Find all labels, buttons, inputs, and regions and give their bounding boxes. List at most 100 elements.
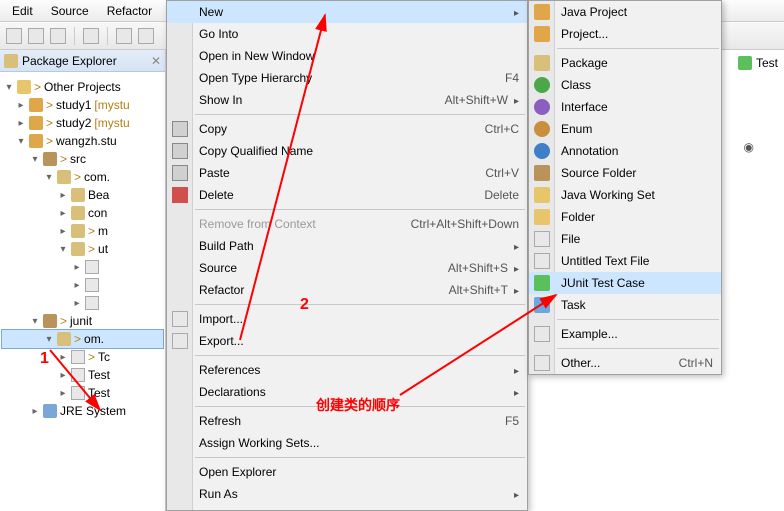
submenu-item-junit-test-case[interactable]: JUnit Test Case: [529, 272, 721, 294]
menu-refactor[interactable]: Refactor: [99, 2, 160, 20]
submenu-item-source-folder[interactable]: Source Folder: [529, 162, 721, 184]
submenu-new[interactable]: Java Project Project... Package Class Interf…: [528, 0, 722, 375]
menu-item-label: Untitled Text File: [561, 254, 713, 268]
submenu-item-project[interactable]: Project...: [529, 23, 721, 45]
package-explorer-header: Package Explorer ✕: [0, 50, 165, 72]
menu-edit[interactable]: Edit: [4, 2, 41, 20]
menu-item-open-in-new-window[interactable]: Open in New Window: [167, 45, 527, 67]
submenu-item-other[interactable]: Other...Ctrl+N: [529, 352, 721, 374]
tree-label[interactable]: study2: [56, 116, 91, 130]
project-icon: [29, 98, 43, 112]
menu-separator: [195, 406, 525, 407]
menu-item-label: Example...: [561, 327, 713, 341]
tree-label[interactable]: ut: [98, 242, 108, 256]
menu-item-accelerator: F5: [505, 414, 519, 428]
submenu-item-example[interactable]: Example...: [529, 323, 721, 345]
submenu-item-folder[interactable]: Folder: [529, 206, 721, 228]
menu-item-label: Project...: [561, 27, 713, 41]
tree-label[interactable]: Tc: [98, 350, 110, 364]
menu-item-label: Folder: [561, 210, 713, 224]
source-folder-icon: [43, 314, 57, 328]
context-menu[interactable]: New Go Into Open in New WindowOpen Type Hi…: [166, 0, 528, 511]
menu-item-label: File: [561, 232, 713, 246]
menu-item-assign-working-sets[interactable]: Assign Working Sets...: [167, 432, 527, 454]
menu-item-delete[interactable]: DeleteDelete: [167, 184, 527, 206]
menu-item-import[interactable]: Import...: [167, 308, 527, 330]
menu-item-refresh[interactable]: RefreshF5: [167, 410, 527, 432]
menu-item-label: Package: [561, 56, 713, 70]
menu-item-source[interactable]: SourceAlt+Shift+S: [167, 257, 527, 279]
menu-item-label: Other...: [561, 356, 679, 370]
submenu-item-enum[interactable]: Enum: [529, 118, 721, 140]
menu-item-accelerator: Ctrl+N: [679, 356, 713, 370]
submenu-item-interface[interactable]: Interface: [529, 96, 721, 118]
menu-item-label: Go Into: [199, 27, 519, 41]
menu-item-label: Task: [561, 298, 713, 312]
menu-item-refactor[interactable]: RefactorAlt+Shift+T: [167, 279, 527, 301]
menu-item-export[interactable]: Export...: [167, 330, 527, 352]
menu-item-open-explorer[interactable]: Open Explorer: [167, 461, 527, 483]
tool-icon[interactable]: [138, 28, 154, 44]
submenu-item-task[interactable]: Task: [529, 294, 721, 316]
menu-item-label: Paste: [199, 166, 485, 180]
int-icon: [534, 99, 550, 115]
tool-icon[interactable]: [83, 28, 99, 44]
save-icon[interactable]: [28, 28, 44, 44]
tree-label[interactable]: Test: [88, 368, 110, 382]
tree-label[interactable]: Test: [88, 386, 110, 400]
menu-item-declarations[interactable]: Declarations: [167, 381, 527, 403]
new-icon[interactable]: [6, 28, 22, 44]
tree-label[interactable]: src: [70, 152, 86, 166]
package-explorer: Package Explorer ✕ > Other Projects > st…: [0, 50, 166, 511]
editor-tab-label[interactable]: Test: [756, 56, 778, 70]
pkg-icon: [534, 55, 550, 71]
menu-item-copy[interactable]: CopyCtrl+C: [167, 118, 527, 140]
menu-item-references[interactable]: References: [167, 359, 527, 381]
menu-item-accelerator: F4: [505, 71, 519, 85]
tree-label[interactable]: m: [98, 224, 108, 238]
tree-label[interactable]: om.: [84, 332, 104, 346]
tree-label[interactable]: wangzh.stu: [56, 134, 117, 148]
submenu-arrow-icon: [508, 239, 519, 253]
menu-item-open-type-hierarchy[interactable]: Open Type HierarchyF4: [167, 67, 527, 89]
file-icon: [85, 296, 99, 310]
menu-item-go-into[interactable]: Go Into: [167, 23, 527, 45]
submenu-item-untitled-text-file[interactable]: Untitled Text File: [529, 250, 721, 272]
file-icon: [71, 368, 85, 382]
menu-item-paste[interactable]: PasteCtrl+V: [167, 162, 527, 184]
menu-item-copy-qualified-name[interactable]: Copy Qualified Name: [167, 140, 527, 162]
tree-label[interactable]: JRE System: [60, 404, 126, 418]
menu-item-label: Assign Working Sets...: [199, 436, 519, 450]
project-tree[interactable]: > Other Projects > study1 [mystu > study…: [0, 72, 165, 426]
tree-label[interactable]: junit: [70, 314, 92, 328]
submenu-item-java-project[interactable]: Java Project: [529, 1, 721, 23]
menu-item-label: Copy: [199, 122, 485, 136]
menu-item-run-as[interactable]: Run As: [167, 483, 527, 505]
saveall-icon[interactable]: [50, 28, 66, 44]
tree-label[interactable]: Other Projects: [44, 80, 121, 94]
close-icon[interactable]: ✕: [151, 54, 161, 68]
submenu-item-class[interactable]: Class: [529, 74, 721, 96]
package-icon: [57, 332, 71, 346]
menu-source[interactable]: Source: [43, 2, 97, 20]
submenu-item-file[interactable]: File: [529, 228, 721, 250]
menu-item-show-in[interactable]: Show InAlt+Shift+W: [167, 89, 527, 111]
submenu-item-java-working-set[interactable]: Java Working Set: [529, 184, 721, 206]
submenu-arrow-icon: [508, 283, 519, 297]
tree-label[interactable]: study1: [56, 98, 91, 112]
submenu-item-package[interactable]: Package: [529, 52, 721, 74]
source-folder-icon: [43, 152, 57, 166]
tool-icon[interactable]: [116, 28, 132, 44]
file-icon: [534, 253, 550, 269]
menu-item-label: Show In: [199, 93, 445, 107]
tree-label[interactable]: con: [88, 206, 107, 220]
tree-label[interactable]: Bea: [88, 188, 109, 202]
menu-item-build-path[interactable]: Build Path: [167, 235, 527, 257]
menu-item-label: Class: [561, 78, 713, 92]
submenu-item-annotation[interactable]: Annotation: [529, 140, 721, 162]
menu-item-new[interactable]: New: [167, 1, 527, 23]
tree-label[interactable]: com.: [84, 170, 110, 184]
menu-separator: [195, 209, 525, 210]
menu-item-label: Interface: [561, 100, 713, 114]
submenu-arrow-icon: [508, 363, 519, 377]
